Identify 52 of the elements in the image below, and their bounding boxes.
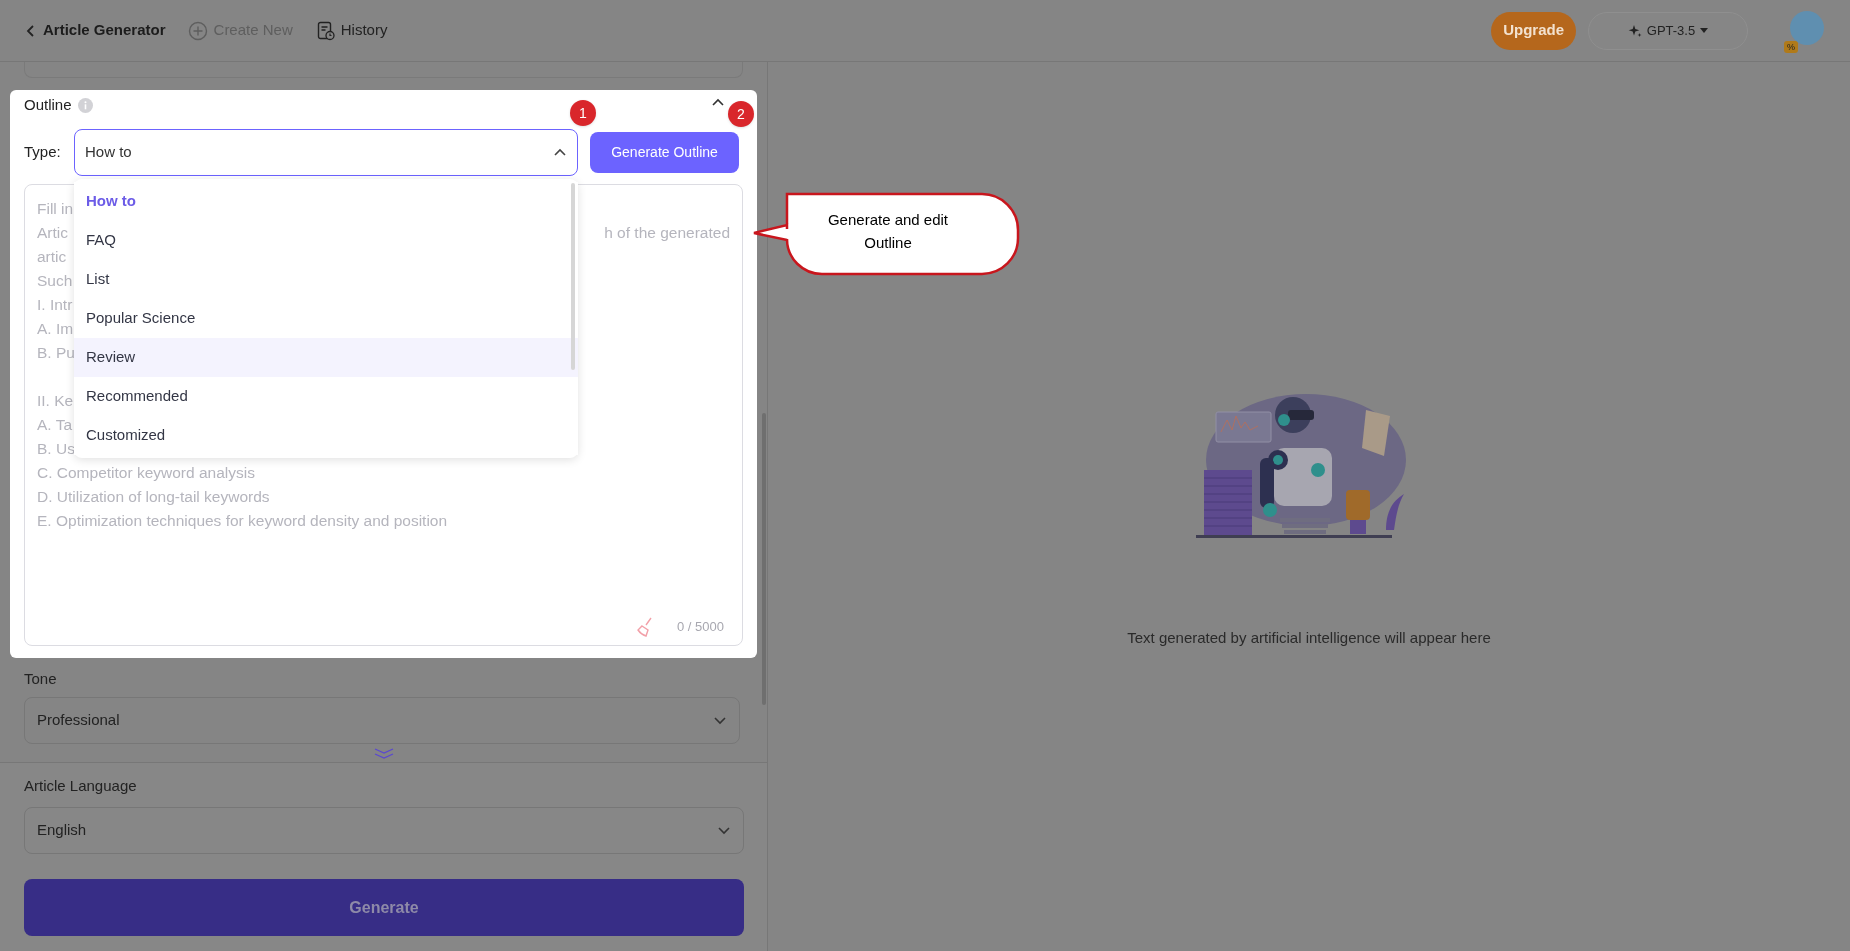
info-icon bbox=[77, 97, 93, 113]
empty-state-message: Text generated by artificial intelligence will appear here bbox=[1127, 628, 1491, 648]
placeholder-text: B. Pu bbox=[37, 343, 75, 364]
collapse-toggle[interactable] bbox=[711, 97, 725, 107]
dropdown-option[interactable]: List bbox=[74, 260, 578, 299]
language-select[interactable]: English bbox=[24, 807, 744, 854]
placeholder-text: Fill in bbox=[37, 199, 74, 220]
step-badge: 1 bbox=[570, 100, 596, 126]
outline-textarea[interactable] bbox=[24, 184, 743, 646]
avatar-badge: % bbox=[1784, 40, 1798, 53]
plus-circle-icon bbox=[187, 20, 208, 41]
callout-text: Generate and edit Outline bbox=[826, 210, 950, 253]
chevron-down-icon bbox=[713, 715, 727, 725]
placeholder-text: B. Us bbox=[37, 439, 75, 460]
chevron-down-icon bbox=[717, 826, 731, 835]
placeholder-text: C. Competitor keyword analysis bbox=[37, 463, 255, 484]
placeholder-text: D. Utilization of long-tail keywords bbox=[37, 487, 270, 508]
character-counter: 0 / 5000 bbox=[677, 618, 724, 637]
history-icon bbox=[316, 20, 335, 41]
chevron-up-icon bbox=[711, 97, 725, 107]
history-button[interactable]: History bbox=[316, 19, 388, 42]
placeholder-text: h of the generated bbox=[604, 223, 730, 244]
double-chevron-down-icon bbox=[373, 747, 394, 760]
dropdown-option[interactable]: Recommended bbox=[74, 377, 578, 416]
dropdown-option[interactable]: Customized bbox=[74, 416, 578, 455]
placeholder-text: Such bbox=[37, 271, 73, 292]
field-label: Tone bbox=[24, 669, 58, 689]
generate-button[interactable]: Generate bbox=[24, 879, 744, 936]
dropdown-option[interactable]: FAQ bbox=[74, 221, 578, 260]
chevron-up-icon bbox=[553, 148, 567, 157]
avatar[interactable] bbox=[1790, 10, 1824, 45]
step-badge: 2 bbox=[728, 101, 754, 127]
field-label: Article Language bbox=[24, 775, 138, 796]
placeholder-text: I. Intr bbox=[37, 295, 73, 316]
tone-select[interactable]: Professional bbox=[24, 696, 740, 744]
dropdown-option[interactable]: Popular Science bbox=[74, 299, 578, 338]
placeholder-text: A. Im bbox=[37, 319, 74, 340]
placeholder-text: artic bbox=[37, 247, 67, 268]
section-title: Outline bbox=[24, 94, 72, 115]
model-selector[interactable]: GPT-3.5 bbox=[1588, 11, 1748, 50]
placeholder-text: Artic bbox=[37, 223, 68, 244]
back-button[interactable]: Article Generator bbox=[26, 19, 166, 42]
type-label: Type: bbox=[24, 142, 62, 163]
generate-outline-button[interactable]: Generate Outline bbox=[590, 132, 739, 173]
dropdown-option[interactable]: How to bbox=[74, 182, 578, 221]
upgrade-button[interactable]: Upgrade bbox=[1491, 11, 1576, 50]
caret-down-icon bbox=[1700, 27, 1709, 34]
placeholder-text: E. Optimization techniques for keyword density and position bbox=[37, 511, 448, 532]
dropdown-option[interactable]: Review bbox=[74, 338, 578, 377]
placeholder-text: II. Ke bbox=[37, 391, 74, 412]
type-select[interactable]: How to bbox=[74, 129, 578, 176]
placeholder-text: A. Ta bbox=[37, 415, 73, 436]
